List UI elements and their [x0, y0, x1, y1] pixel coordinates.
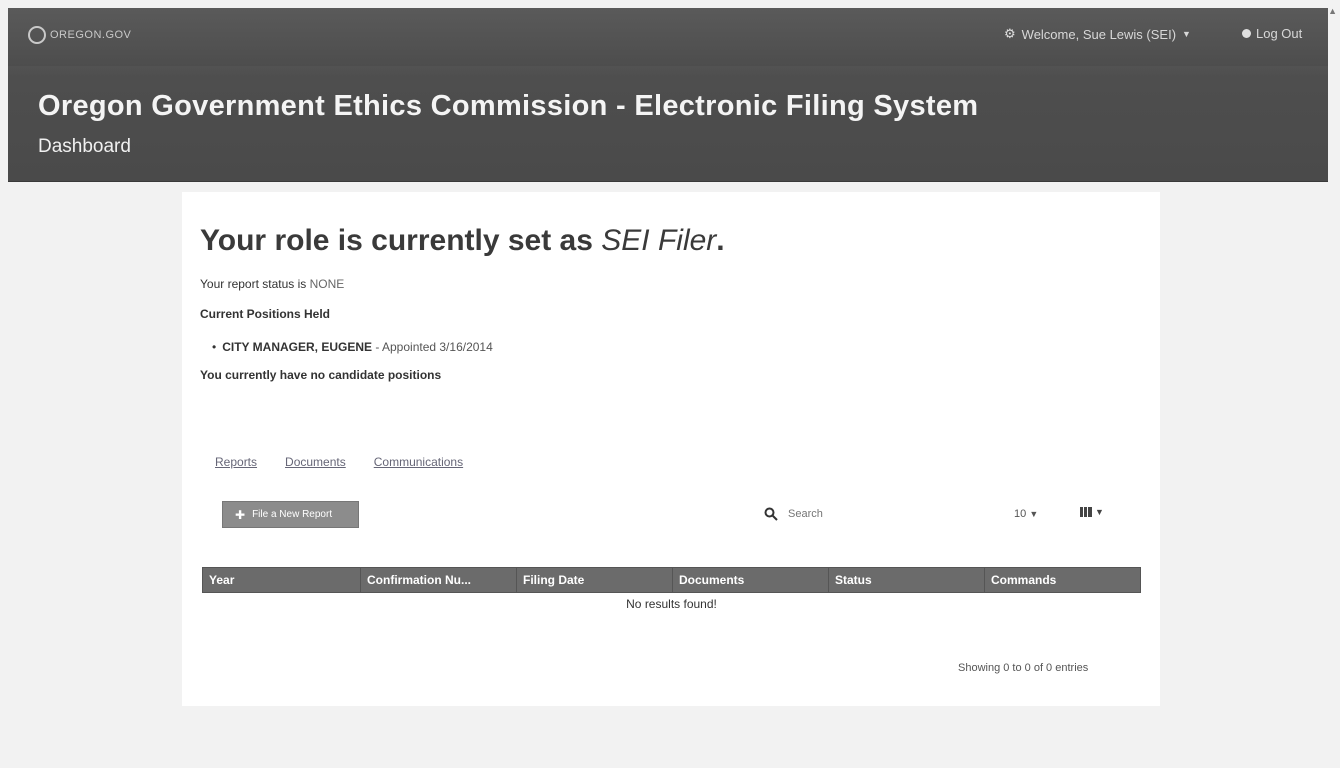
position-detail: - Appointed 3/16/2014 [372, 340, 493, 354]
column-header-confirmation[interactable]: Confirmation Nu... [360, 567, 517, 593]
pagination-info: Showing 0 to 0 of 0 entries [958, 662, 1089, 674]
logo-icon [28, 26, 46, 44]
role-heading-prefix: Your role is currently set as [200, 224, 602, 257]
no-results-message: No results found! [626, 596, 717, 611]
column-header-documents[interactable]: Documents [672, 567, 829, 593]
oregon-gov-logo[interactable]: OREGON.GOV [28, 24, 131, 46]
section-tabs: Reports Documents Communications [215, 455, 463, 469]
candidate-positions-text: You currently have no candidate position… [200, 368, 442, 382]
chevron-down-icon: ▼ [1095, 507, 1104, 517]
column-header-status[interactable]: Status [828, 567, 985, 593]
gear-icon: ⚙ [1004, 26, 1016, 41]
user-menu[interactable]: ⚙ Welcome, Sue Lewis (SEI) ▼ [1004, 26, 1191, 42]
tab-documents[interactable]: Documents [285, 455, 346, 469]
logo-text: OREGON.GOV [50, 29, 132, 41]
scroll-up-arrow[interactable]: ▲ [1328, 6, 1337, 16]
search-input[interactable] [788, 505, 938, 523]
page-size-select[interactable]: 10 ▼ [1014, 508, 1038, 520]
chevron-down-icon: ▼ [1182, 29, 1191, 39]
position-item: • CITY MANAGER, EUGENE - Appointed 3/16/2… [212, 340, 493, 354]
app-header: OREGON.GOV ⚙ Welcome, Sue Lewis (SEI) ▼ … [8, 8, 1328, 182]
chevron-down-icon: ▼ [1029, 509, 1039, 519]
column-header-year[interactable]: Year [202, 567, 361, 593]
report-status: Your report status is NONE [200, 277, 344, 291]
bullet: • [212, 340, 217, 354]
page-title: Dashboard [38, 136, 131, 157]
plus-icon: ✚ [235, 507, 246, 522]
role-heading-suffix: . [716, 224, 725, 257]
dashboard-panel: Your role is currently set as SEI Filer.… [182, 192, 1160, 706]
file-new-report-label: File a New Report [252, 509, 333, 520]
position-title: CITY MANAGER, EUGENE [222, 340, 372, 354]
tab-reports[interactable]: Reports [215, 455, 257, 469]
logout-label: Log Out [1256, 26, 1303, 41]
file-new-report-button[interactable]: ✚ File a New Report [222, 501, 359, 528]
positions-label: Current Positions Held [200, 307, 331, 321]
app-title: Oregon Government Ethics Commission - El… [38, 90, 979, 122]
status-prefix: Your report status is [200, 277, 310, 291]
search-icon[interactable] [764, 507, 778, 521]
role-heading: Your role is currently set as SEI Filer. [200, 224, 725, 258]
column-header-commands[interactable]: Commands [984, 567, 1141, 593]
role-name: SEI Filer [601, 224, 717, 257]
table-row: No results found! [203, 593, 1141, 615]
reports-table: Year Confirmation Nu... Filing Date Docu… [202, 567, 1141, 615]
table-header-row: Year Confirmation Nu... Filing Date Docu… [202, 567, 1141, 593]
status-value: NONE [309, 277, 345, 291]
top-navbar: OREGON.GOV ⚙ Welcome, Sue Lewis (SEI) ▼ … [8, 8, 1328, 66]
page-size-value: 10 [1014, 508, 1027, 520]
welcome-text: Welcome, Sue Lewis (SEI) [1021, 26, 1177, 42]
tab-communications[interactable]: Communications [374, 455, 463, 469]
columns-toggle[interactable]: ▼ [1080, 507, 1104, 517]
logout-button[interactable]: Log Out [1242, 26, 1302, 41]
column-header-filing-date[interactable]: Filing Date [516, 567, 673, 593]
grid-icon [1080, 507, 1092, 517]
logout-icon [1242, 29, 1251, 38]
